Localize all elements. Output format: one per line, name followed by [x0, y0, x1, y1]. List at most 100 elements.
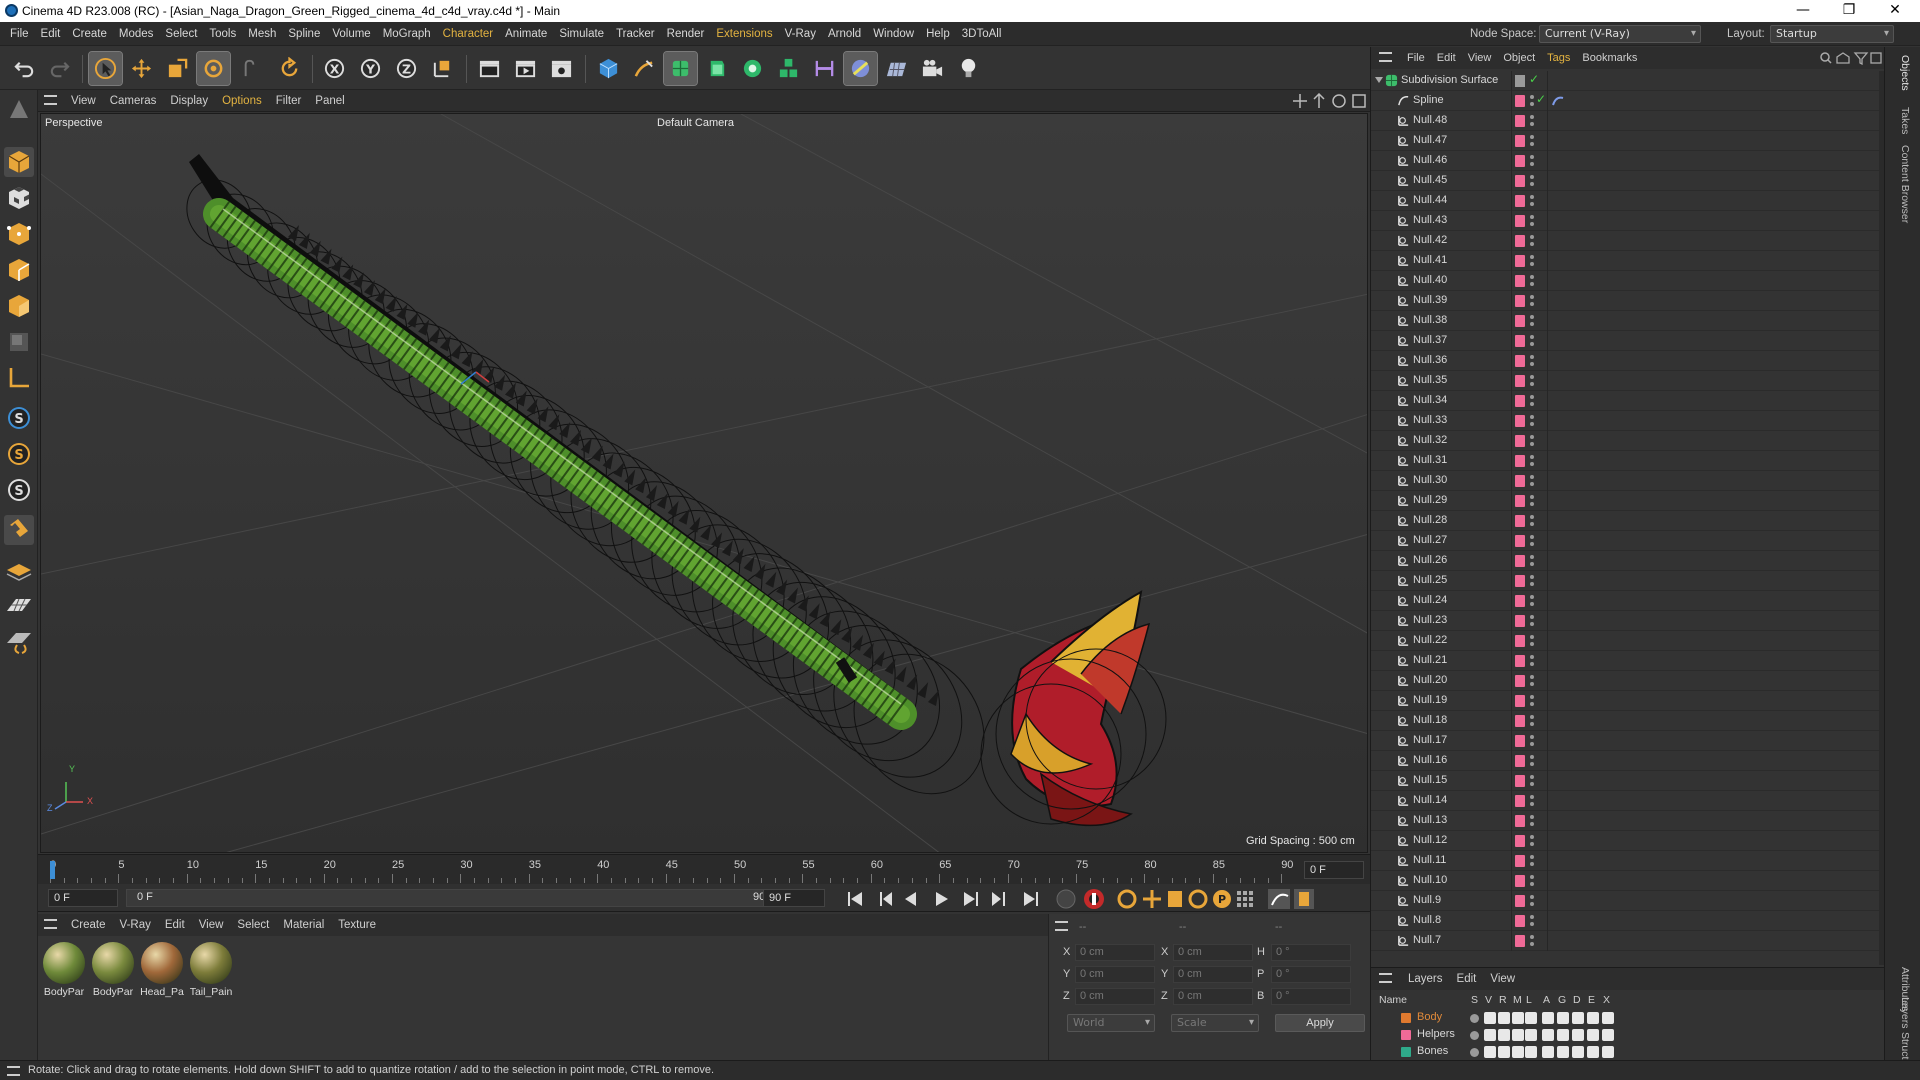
object-row-null[interactable]: Null.17 — [1371, 731, 1879, 751]
object-row-null[interactable]: Null.35 — [1371, 371, 1879, 391]
layer-column-g[interactable]: G — [1558, 994, 1566, 1006]
layer-color-chip[interactable] — [1515, 675, 1525, 687]
visibility-dots-icon[interactable] — [1530, 734, 1534, 748]
menu-extensions[interactable]: Extensions — [710, 22, 778, 46]
object-row-null[interactable]: Null.45 — [1371, 171, 1879, 191]
expand-chevron-icon[interactable] — [1375, 77, 1383, 83]
visibility-dots-icon[interactable] — [1530, 634, 1534, 648]
menu-v-ray[interactable]: V-Ray — [779, 22, 822, 46]
visibility-dots-icon[interactable] — [1530, 234, 1534, 248]
object-row-null[interactable]: Null.30 — [1371, 471, 1879, 491]
hamburger-icon[interactable] — [44, 95, 57, 105]
object-row-null[interactable]: Null.44 — [1371, 191, 1879, 211]
layer-color-chip[interactable] — [1515, 495, 1525, 507]
visibility-dots-icon[interactable] — [1530, 814, 1534, 828]
layer-color-chip[interactable] — [1515, 615, 1525, 627]
live-selection-button[interactable] — [233, 52, 266, 85]
layer-color-chip[interactable] — [1515, 215, 1525, 227]
visibility-dots-icon[interactable] — [1530, 454, 1534, 468]
object-row-null[interactable]: Null.22 — [1371, 631, 1879, 651]
layer-color-chip[interactable] — [1515, 815, 1525, 827]
layer-color-chip[interactable] — [1515, 155, 1525, 167]
layer-toggle-icon[interactable] — [1542, 1029, 1554, 1041]
layer-color-chip[interactable] — [1515, 135, 1525, 147]
menu-create[interactable]: Create — [66, 22, 113, 46]
layer-color-chip[interactable] — [1515, 175, 1525, 187]
dock-tab-layers[interactable]: Layers — [1899, 997, 1911, 1029]
layer-color-chip[interactable] — [1515, 535, 1525, 547]
menu-arnold[interactable]: Arnold — [822, 22, 867, 46]
coordinate-value-field[interactable]: 0 ° — [1271, 944, 1351, 961]
apply-button[interactable]: Apply — [1275, 1014, 1365, 1032]
object-row-null[interactable]: Null.7 — [1371, 931, 1879, 951]
cube-button[interactable] — [592, 52, 625, 85]
coordinate-mode-dropdown[interactable]: Scale — [1171, 1014, 1259, 1032]
layer-color-chip[interactable] — [1515, 575, 1525, 587]
visibility-dots-icon[interactable] — [1530, 754, 1534, 768]
object-manager-tool-icons[interactable] — [1819, 51, 1883, 65]
object-row-null[interactable]: Null.18 — [1371, 711, 1879, 731]
layer-color-chip[interactable] — [1515, 395, 1525, 407]
pen-spline-button[interactable] — [628, 52, 661, 85]
layer-menu-layers[interactable]: Layers — [1401, 968, 1450, 990]
layer-color-chip[interactable] — [1515, 355, 1525, 367]
layer-toggle-icon[interactable] — [1484, 1029, 1496, 1041]
visibility-dots-icon[interactable] — [1530, 794, 1534, 808]
layer-color-chip[interactable] — [1515, 455, 1525, 467]
layer-color-chip[interactable] — [1515, 895, 1525, 907]
layer-color-swatch[interactable] — [1401, 1013, 1411, 1023]
viewport-menu-panel[interactable]: Panel — [308, 90, 351, 112]
layer-toggle-icon[interactable] — [1572, 1029, 1584, 1041]
layer-toggle-icon[interactable] — [1512, 1046, 1524, 1058]
layer-column-name[interactable]: Name — [1379, 994, 1407, 1006]
object-row-null[interactable]: Null.11 — [1371, 851, 1879, 871]
layer-column-s[interactable]: S — [1471, 994, 1478, 1006]
layer-toggle-icon[interactable] — [1525, 1029, 1537, 1041]
object-row-null[interactable]: Null.40 — [1371, 271, 1879, 291]
visibility-dots-icon[interactable] — [1530, 914, 1534, 928]
light-button[interactable] — [952, 52, 985, 85]
visibility-dots-icon[interactable] — [1530, 294, 1534, 308]
layer-toggle-icon[interactable] — [1557, 1012, 1569, 1024]
cloner-button[interactable] — [736, 52, 769, 85]
make-editable-button[interactable] — [4, 94, 34, 124]
layer-column-x[interactable]: X — [1603, 994, 1610, 1006]
object-menu-bookmarks[interactable]: Bookmarks — [1576, 47, 1643, 69]
layer-color-chip[interactable] — [1515, 95, 1525, 107]
layer-toggle-icon[interactable] — [1498, 1046, 1510, 1058]
object-row-null[interactable]: Null.9 — [1371, 891, 1879, 911]
visibility-dots-icon[interactable] — [1530, 314, 1534, 328]
coordinate-value-field[interactable]: 0 cm — [1173, 944, 1253, 961]
visibility-dots-icon[interactable] — [1530, 394, 1534, 408]
material-menu-v-ray[interactable]: V-Ray — [113, 914, 158, 936]
object-row-null[interactable]: Null.27 — [1371, 531, 1879, 551]
object-menu-view[interactable]: View — [1462, 47, 1498, 69]
visibility-dots-icon[interactable] — [1530, 674, 1534, 688]
coordinate-value-field[interactable]: 0 cm — [1173, 988, 1253, 1005]
range-slider[interactable]: 0 F 90 F — [126, 889, 786, 907]
layer-toggle-icon[interactable] — [1542, 1046, 1554, 1058]
visibility-dots-icon[interactable] — [1530, 214, 1534, 228]
layer-toggle-icon[interactable] — [1587, 1029, 1599, 1041]
object-row-null[interactable]: Null.14 — [1371, 791, 1879, 811]
viewport-menu-options[interactable]: Options — [215, 90, 269, 112]
menu-character[interactable]: Character — [437, 22, 500, 46]
object-row-null[interactable]: Null.37 — [1371, 331, 1879, 351]
render-picture-viewer-button[interactable] — [509, 52, 542, 85]
viewport-menu-filter[interactable]: Filter — [269, 90, 309, 112]
visibility-dots-icon[interactable] — [1530, 834, 1534, 848]
visibility-dots-icon[interactable] — [1530, 354, 1534, 368]
visibility-dots-icon[interactable] — [1530, 694, 1534, 708]
menu-simulate[interactable]: Simulate — [553, 22, 610, 46]
layer-toggle-icon[interactable] — [1602, 1046, 1614, 1058]
object-row-root[interactable]: Subdivision Surface ✓ — [1371, 71, 1879, 91]
layer-column-m[interactable]: M — [1513, 994, 1522, 1006]
material-menu-select[interactable]: Select — [230, 914, 276, 936]
layer-toggle-icon[interactable] — [1470, 1048, 1479, 1057]
visibility-dots-icon[interactable] — [1530, 554, 1534, 568]
layer-toggle-icon[interactable] — [1484, 1012, 1496, 1024]
object-menu-tags[interactable]: Tags — [1541, 47, 1576, 69]
solo-button-1[interactable]: S — [4, 403, 34, 433]
render-settings-button[interactable] — [545, 52, 578, 85]
layer-color-chip[interactable] — [1515, 755, 1525, 767]
